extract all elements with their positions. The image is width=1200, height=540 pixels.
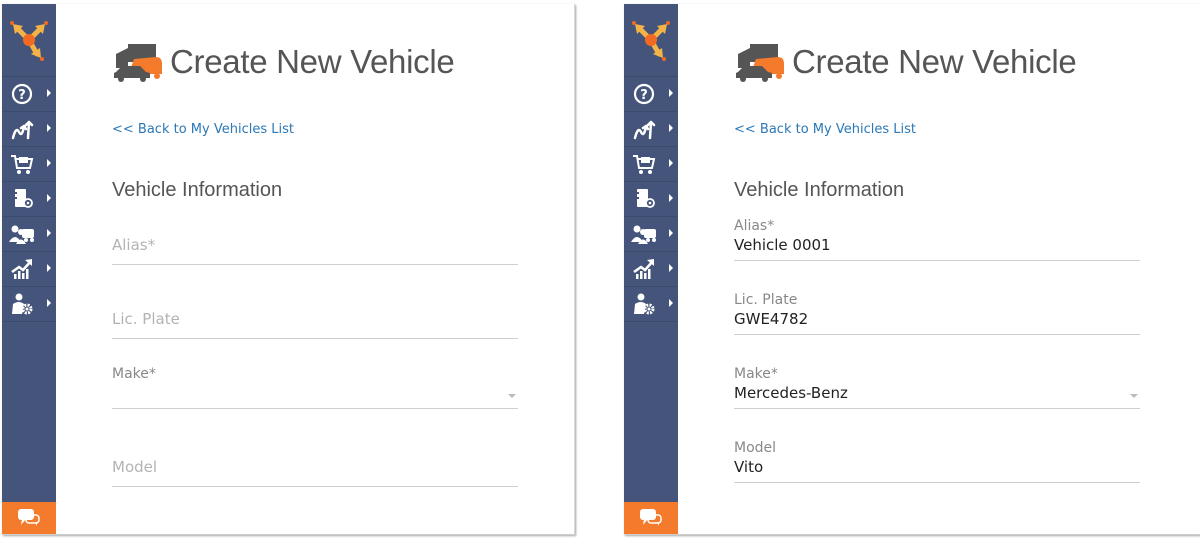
chevron-right-icon [669,124,673,132]
sidebar-item-team[interactable] [2,217,56,252]
sidebar-item-routes[interactable] [2,112,56,147]
plate-value[interactable] [112,330,518,338]
sidebar: ? [2,4,56,534]
svg-text:?: ? [18,88,26,103]
chevron-right-icon [669,299,673,307]
routes-icon [633,120,656,140]
alias-value[interactable]: Vehicle 0001 [734,236,1140,260]
vehicles-icon [114,44,162,82]
panel-filled-form: ? Create New Vehicle << Back to My Vehic… [624,4,1200,535]
address-book-icon [635,189,655,208]
chat-icon [18,509,40,526]
sidebar-item-cart[interactable] [2,147,56,182]
team-vehicle-icon [631,225,656,244]
sidebar-item-address-book[interactable] [624,182,678,217]
help-icon: ? [633,83,655,105]
sidebar-item-analytics[interactable] [2,252,56,287]
chevron-right-icon [669,159,673,167]
back-to-vehicles-link[interactable]: << Back to My Vehicles List [112,122,294,137]
alias-label: Alias* [112,236,156,254]
chat-button[interactable] [2,502,56,534]
routes-icon [11,120,34,140]
make-label: Make* [112,366,156,382]
model-value[interactable]: Vito [734,458,1140,482]
logo-icon [632,21,670,61]
sidebar: ? [624,4,678,534]
chevron-right-icon [669,89,673,97]
sidebar-item-cart[interactable] [624,147,678,182]
sidebar-item-team[interactable] [624,217,678,252]
chevron-right-icon [47,194,51,202]
page-title: Create New Vehicle [792,43,1077,80]
chat-icon [640,509,662,526]
sidebar-item-help[interactable]: ? [2,77,56,112]
chevron-right-icon [669,264,673,272]
plate-field[interactable]: Lic. Plate [112,310,518,339]
make-select[interactable]: Make* [112,366,518,409]
model-label: Model [112,458,158,476]
page-title: Create New Vehicle [170,43,455,80]
make-value[interactable] [112,384,518,408]
chevron-right-icon [47,159,51,167]
sidebar-item-routes[interactable] [624,112,678,147]
model-value[interactable] [112,478,518,486]
model-field[interactable]: Model Vito [734,440,1140,483]
plate-field[interactable]: Lic. Plate GWE4782 [734,292,1140,335]
team-vehicle-icon [9,225,34,244]
plate-label: Lic. Plate [112,310,180,328]
alias-field[interactable]: Alias* Vehicle 0001 [734,218,1140,261]
alias-value[interactable] [112,256,518,264]
chevron-right-icon [47,89,51,97]
cart-icon [11,155,34,174]
logo-icon [10,21,48,61]
sidebar-item-analytics[interactable] [624,252,678,287]
sidebar-item-help[interactable]: ? [624,77,678,112]
analytics-icon [633,259,654,279]
model-label: Model [734,440,777,456]
chat-button[interactable] [624,502,678,534]
sidebar-item-user-settings[interactable] [624,287,678,322]
chevron-right-icon [47,124,51,132]
sidebar-item-user-settings[interactable] [2,287,56,322]
plate-value[interactable]: GWE4782 [734,310,1140,334]
help-icon: ? [11,83,33,105]
user-settings-icon [634,293,655,315]
alias-field[interactable]: Alias* [112,236,518,265]
section-title: Vehicle Information [112,179,283,201]
dropdown-caret-icon[interactable] [1130,394,1138,398]
user-settings-icon [12,293,33,315]
panel-empty-form: ? Create New Vehicle << Back to My Vehic… [2,4,575,535]
analytics-icon [11,259,32,279]
alias-label: Alias* [734,218,775,234]
app-logo[interactable] [2,4,56,77]
app-logo[interactable] [624,4,678,77]
model-field[interactable]: Model [112,458,518,487]
page-header: Create New Vehicle [734,42,1077,82]
chevron-right-icon [47,299,51,307]
cart-icon [633,155,656,174]
chevron-right-icon [47,264,51,272]
make-select[interactable]: Make* Mercedes-Benz [734,366,1140,409]
chevron-right-icon [669,194,673,202]
make-value[interactable]: Mercedes-Benz [734,384,1140,408]
sidebar-item-address-book[interactable] [2,182,56,217]
vehicles-icon [736,44,784,82]
section-title: Vehicle Information [734,179,905,201]
back-to-vehicles-link[interactable]: << Back to My Vehicles List [734,122,916,137]
plate-label: Lic. Plate [734,292,798,308]
make-label: Make* [734,366,778,382]
chevron-right-icon [47,229,51,237]
dropdown-caret-icon[interactable] [508,394,516,398]
chevron-right-icon [669,229,673,237]
svg-text:?: ? [640,88,648,103]
address-book-icon [13,189,33,208]
page-header: Create New Vehicle [112,42,455,82]
